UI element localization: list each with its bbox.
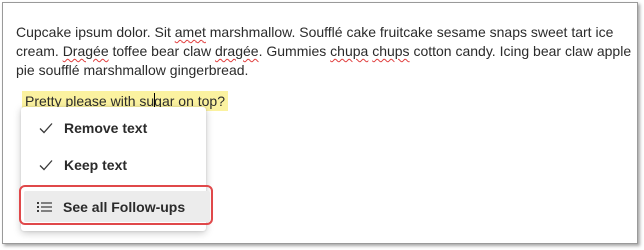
misspelled-word[interactable]: dragée	[215, 43, 259, 59]
see-all-follow-ups-menu-item[interactable]: See all Follow-ups	[24, 191, 210, 222]
paragraph-text: Cupcake ipsum dolor. Sit amet marshmallo…	[16, 23, 636, 80]
misspelled-word[interactable]: chups	[372, 43, 409, 59]
checkmark-icon	[37, 119, 55, 137]
text-run: . Gummies	[258, 43, 331, 59]
menu-item-label: Remove text	[64, 120, 148, 136]
menu-item-label: See all Follow-ups	[63, 198, 186, 215]
menu-item-label: Keep text	[64, 157, 128, 173]
text-run: Cupcake ipsum dolor. Sit	[16, 24, 175, 40]
remove-text-menu-item[interactable]: Remove text	[21, 110, 206, 146]
document-paragraph: Cupcake ipsum dolor. Sit amet marshmallo…	[16, 23, 636, 80]
list-icon	[36, 198, 54, 216]
misspelled-word[interactable]: Dragée	[63, 43, 109, 59]
keep-text-menu-item[interactable]: Keep text	[21, 147, 206, 183]
text-run: toffee bear claw	[108, 43, 215, 59]
misspelled-word[interactable]: chupa	[330, 43, 368, 59]
checkmark-icon	[37, 156, 55, 174]
misspelled-word[interactable]: amet	[175, 24, 206, 40]
follow-up-context-menu: Remove text Keep text See all Follow-ups	[21, 107, 210, 231]
